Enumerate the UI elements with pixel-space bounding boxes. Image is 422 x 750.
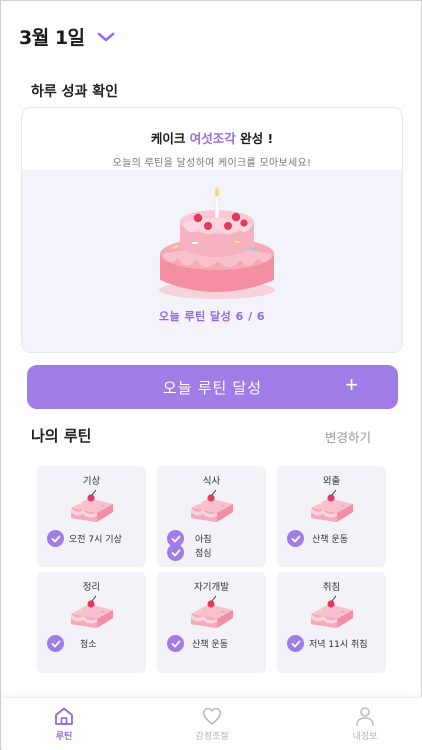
- edit-routine-link[interactable]: 변경하기: [325, 427, 371, 446]
- routine-tile-self-development[interactable]: 자기개발 산책 운동: [157, 572, 266, 673]
- summary-headline: 케이크 여섯조각 완성 !: [22, 128, 402, 147]
- whole-cake-illustration: [159, 187, 275, 299]
- check-icon: [287, 635, 304, 652]
- nav-label: 감정조절: [195, 732, 229, 742]
- summary-card: 케이크 여섯조각 완성 ! 오늘의 루틴을 달성하여 케이크를 모아보세요! 오…: [21, 107, 403, 353]
- routine-tile-title: 기상: [82, 476, 101, 487]
- check-icon: [287, 530, 304, 547]
- summary-title: 하루 성과 확인: [31, 84, 119, 100]
- routine-tile-title: 식사: [202, 476, 221, 487]
- cake-slice-icon: [191, 595, 233, 628]
- routine-task: 오전 7시 기상: [47, 530, 122, 547]
- chevron-down-icon: [97, 32, 114, 41]
- achieve-routine-button[interactable]: 오늘 루틴 달성 +: [27, 365, 398, 409]
- date-selector[interactable]: 3월 1일: [19, 23, 115, 50]
- achieve-button-label: 오늘 루틴 달성: [162, 380, 263, 397]
- check-icon: [47, 530, 64, 547]
- routine-tile-title: 자기개발: [194, 582, 229, 593]
- routine-task-label: 저녁 11시 취침: [309, 640, 368, 650]
- summary-card-header: 케이크 여섯조각 완성 ! 오늘의 루틴을 달성하여 케이크를 모아보세요!: [22, 108, 402, 170]
- heart-icon: [202, 707, 222, 725]
- cake-slice-icon: [71, 595, 113, 628]
- routine-task-label: 청소: [80, 640, 97, 650]
- check-icon: [47, 635, 64, 652]
- routine-task: 청소: [47, 635, 97, 652]
- bottom-nav: 루틴 감정조절 내정보: [2, 697, 422, 750]
- routine-task: 산책 운동: [167, 635, 228, 652]
- headline-prefix: 케이크: [150, 131, 186, 146]
- routine-tile-outing[interactable]: 외출 산책 운동: [277, 466, 386, 567]
- headline-accent: 여섯조각: [189, 131, 236, 146]
- routine-task: 저녁 11시 취침: [287, 635, 368, 652]
- app-screen: 3월 1일 하루 성과 확인 케이크 여섯조각 완성 ! 오늘의 루틴을 달성하…: [0, 0, 422, 750]
- cake-slice-icon: [71, 489, 113, 522]
- routine-task-label: 점심: [195, 549, 212, 559]
- check-icon: [167, 544, 184, 561]
- nav-label: 루틴: [55, 732, 73, 742]
- headline-suffix: 완성 !: [240, 131, 274, 146]
- home-icon: [55, 707, 73, 725]
- routine-tile-title: 취침: [322, 582, 341, 593]
- routine-task-label: 산책 운동: [192, 640, 228, 650]
- nav-label: 내정보: [352, 732, 378, 742]
- date-label: 3월 1일: [19, 27, 85, 49]
- cake-slice-icon: [191, 489, 233, 522]
- summary-subline: 오늘의 루틴을 달성하여 케이크를 모아보세요!: [112, 158, 312, 169]
- routine-task: 산책 운동: [287, 530, 348, 547]
- routine-tile-wake[interactable]: 기상 오전 7시 기상: [37, 466, 146, 567]
- routine-task-label: 산책 운동: [312, 535, 348, 545]
- routine-tile-cleanup[interactable]: 정리 청소: [37, 572, 146, 673]
- nav-tab-routine[interactable]: 루틴: [24, 706, 104, 742]
- routine-task-label: 오전 7시 기상: [69, 535, 122, 545]
- plus-icon: +: [345, 372, 358, 397]
- routine-section-title: 나의 루틴: [31, 427, 92, 445]
- routine-tile-title: 외출: [322, 476, 341, 487]
- cake-slice-icon: [311, 489, 353, 522]
- routine-task: 점심: [167, 544, 212, 561]
- routine-tile-sleep[interactable]: 취침 저녁 11시 취침: [277, 572, 386, 673]
- routine-tile-title: 정리: [82, 582, 101, 593]
- cake-slice-icon: [311, 595, 353, 628]
- person-icon: [356, 707, 374, 726]
- summary-cake-panel: 오늘 루틴 달성 6 / 6: [22, 170, 402, 352]
- check-icon: [167, 635, 184, 652]
- routine-tile-meal[interactable]: 식사 아침 점심: [157, 466, 266, 567]
- nav-tab-emotion[interactable]: 감정조절: [172, 706, 252, 742]
- today-achievement-count: 오늘 루틴 달성 6 / 6: [158, 310, 266, 323]
- nav-tab-profile[interactable]: 내정보: [325, 706, 405, 742]
